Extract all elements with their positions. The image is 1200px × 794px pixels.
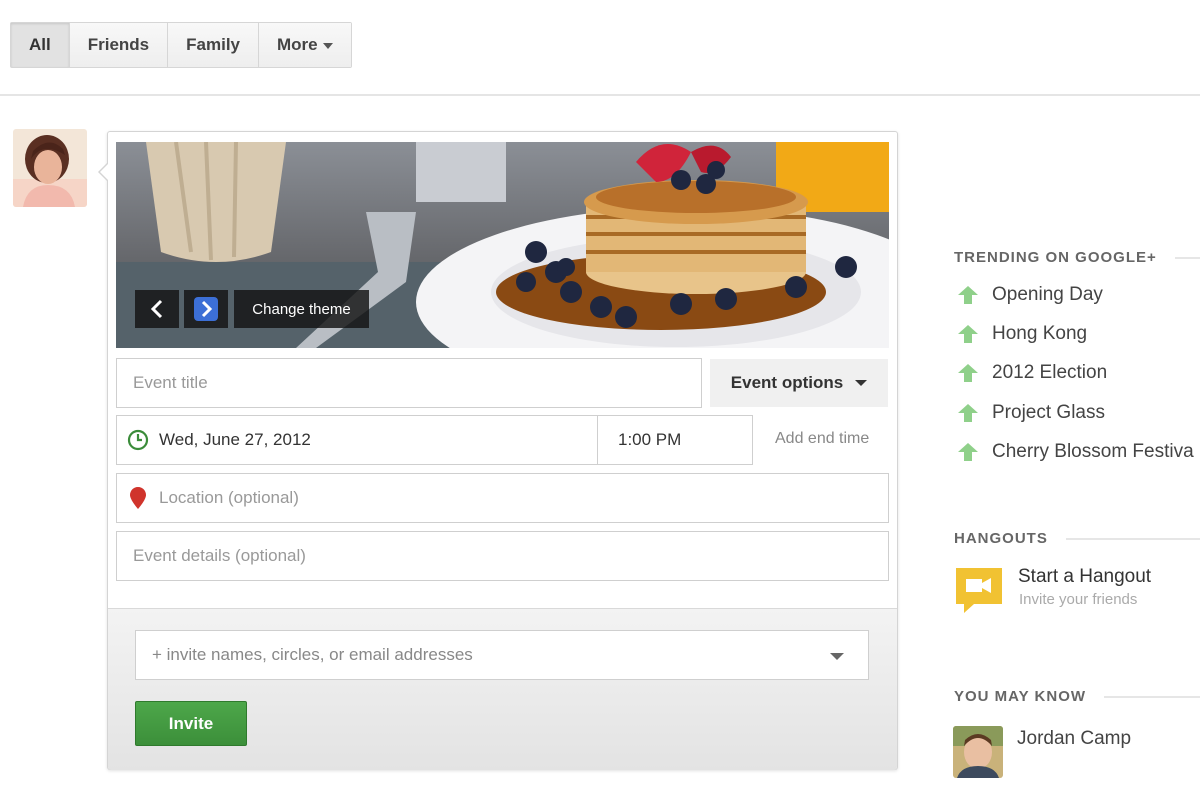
event-details-input[interactable]: Event details (optional) [116,531,889,581]
person-name[interactable]: Jordan Camp [1017,728,1131,750]
trending-heading: TRENDING ON GOOGLE+ [954,249,1200,266]
hangouts-heading-label: HANGOUTS [954,530,1048,547]
event-time-value: 1:00 PM [618,430,682,449]
heading-rule [1174,256,1200,259]
prev-theme-button[interactable] [135,290,179,328]
you-may-know-heading-label: YOU MAY KNOW [954,688,1087,705]
trending-up-arrow-icon [958,364,978,382]
location-input[interactable]: Location (optional) [116,473,889,523]
event-theme-image: Change theme [116,142,889,348]
tab-friends[interactable]: Friends [69,23,169,67]
event-time-field[interactable]: 1:00 PM [597,415,753,465]
header-divider [0,94,1200,96]
hangout-subtitle: Invite your friends [1019,591,1138,608]
start-hangout-link[interactable]: Start a Hangout [1018,566,1151,588]
trending-heading-label: TRENDING ON GOOGLE+ [954,249,1157,266]
event-date-field[interactable]: Wed, June 27, 2012 [116,415,598,465]
heading-rule [1104,695,1200,698]
trending-item-label: 2012 Election [992,362,1108,383]
card-notch-inner [100,163,109,181]
location-placeholder: Location (optional) [159,488,299,507]
invite-placeholder: + invite names, circles, or email addres… [152,645,473,664]
event-options-button[interactable]: Event options [710,359,888,407]
chevron-right-icon [194,297,218,321]
trending-item[interactable]: Hong Kong [958,323,1087,345]
circle-filter-tabs: All Friends Family More [10,22,352,68]
trending-up-arrow-icon [958,325,978,343]
chevron-down-icon [855,380,868,386]
person-avatar[interactable] [953,726,1003,778]
trending-up-arrow-icon [958,286,978,304]
trending-up-arrow-icon [958,404,978,422]
trending-item[interactable]: Project Glass [958,402,1105,424]
event-options-label: Event options [730,373,844,392]
trending-item-label: Hong Kong [992,323,1088,344]
map-pin-icon [130,487,146,509]
trending-up-arrow-icon [958,443,978,461]
next-theme-button[interactable] [184,290,228,328]
trending-item[interactable]: Cherry Blossom Festiva [958,441,1194,463]
hangout-camera-icon[interactable] [954,566,1004,614]
trending-item-label: Cherry Blossom Festiva [992,441,1194,462]
you-may-know-heading: YOU MAY KNOW [954,688,1200,705]
hangouts-heading: HANGOUTS [954,530,1200,547]
tab-more-label: More [277,35,318,54]
user-avatar[interactable] [13,129,87,207]
tab-more[interactable]: More [259,23,351,67]
chevron-down-icon [322,42,333,49]
event-share-box: Change theme Event title Event options W… [98,131,898,770]
change-theme-button[interactable]: Change theme [234,290,369,328]
add-end-time-link[interactable]: Add end time [775,430,869,448]
trending-item[interactable]: Opening Day [958,284,1103,306]
clock-icon [127,429,149,451]
trending-item-label: Project Glass [992,402,1105,423]
tab-family[interactable]: Family [168,23,259,67]
invite-button[interactable]: Invite [135,701,247,746]
trending-item[interactable]: 2012 Election [958,362,1107,384]
invite-input[interactable]: + invite names, circles, or email addres… [135,630,869,680]
event-date-value: Wed, June 27, 2012 [159,430,311,449]
heading-rule [1065,537,1200,540]
chevron-left-icon [150,299,163,319]
trending-item-label: Opening Day [992,284,1103,305]
tab-all[interactable]: All [11,23,70,67]
event-title-input[interactable]: Event title [116,358,702,408]
dropdown-arrow-icon[interactable] [830,653,844,660]
